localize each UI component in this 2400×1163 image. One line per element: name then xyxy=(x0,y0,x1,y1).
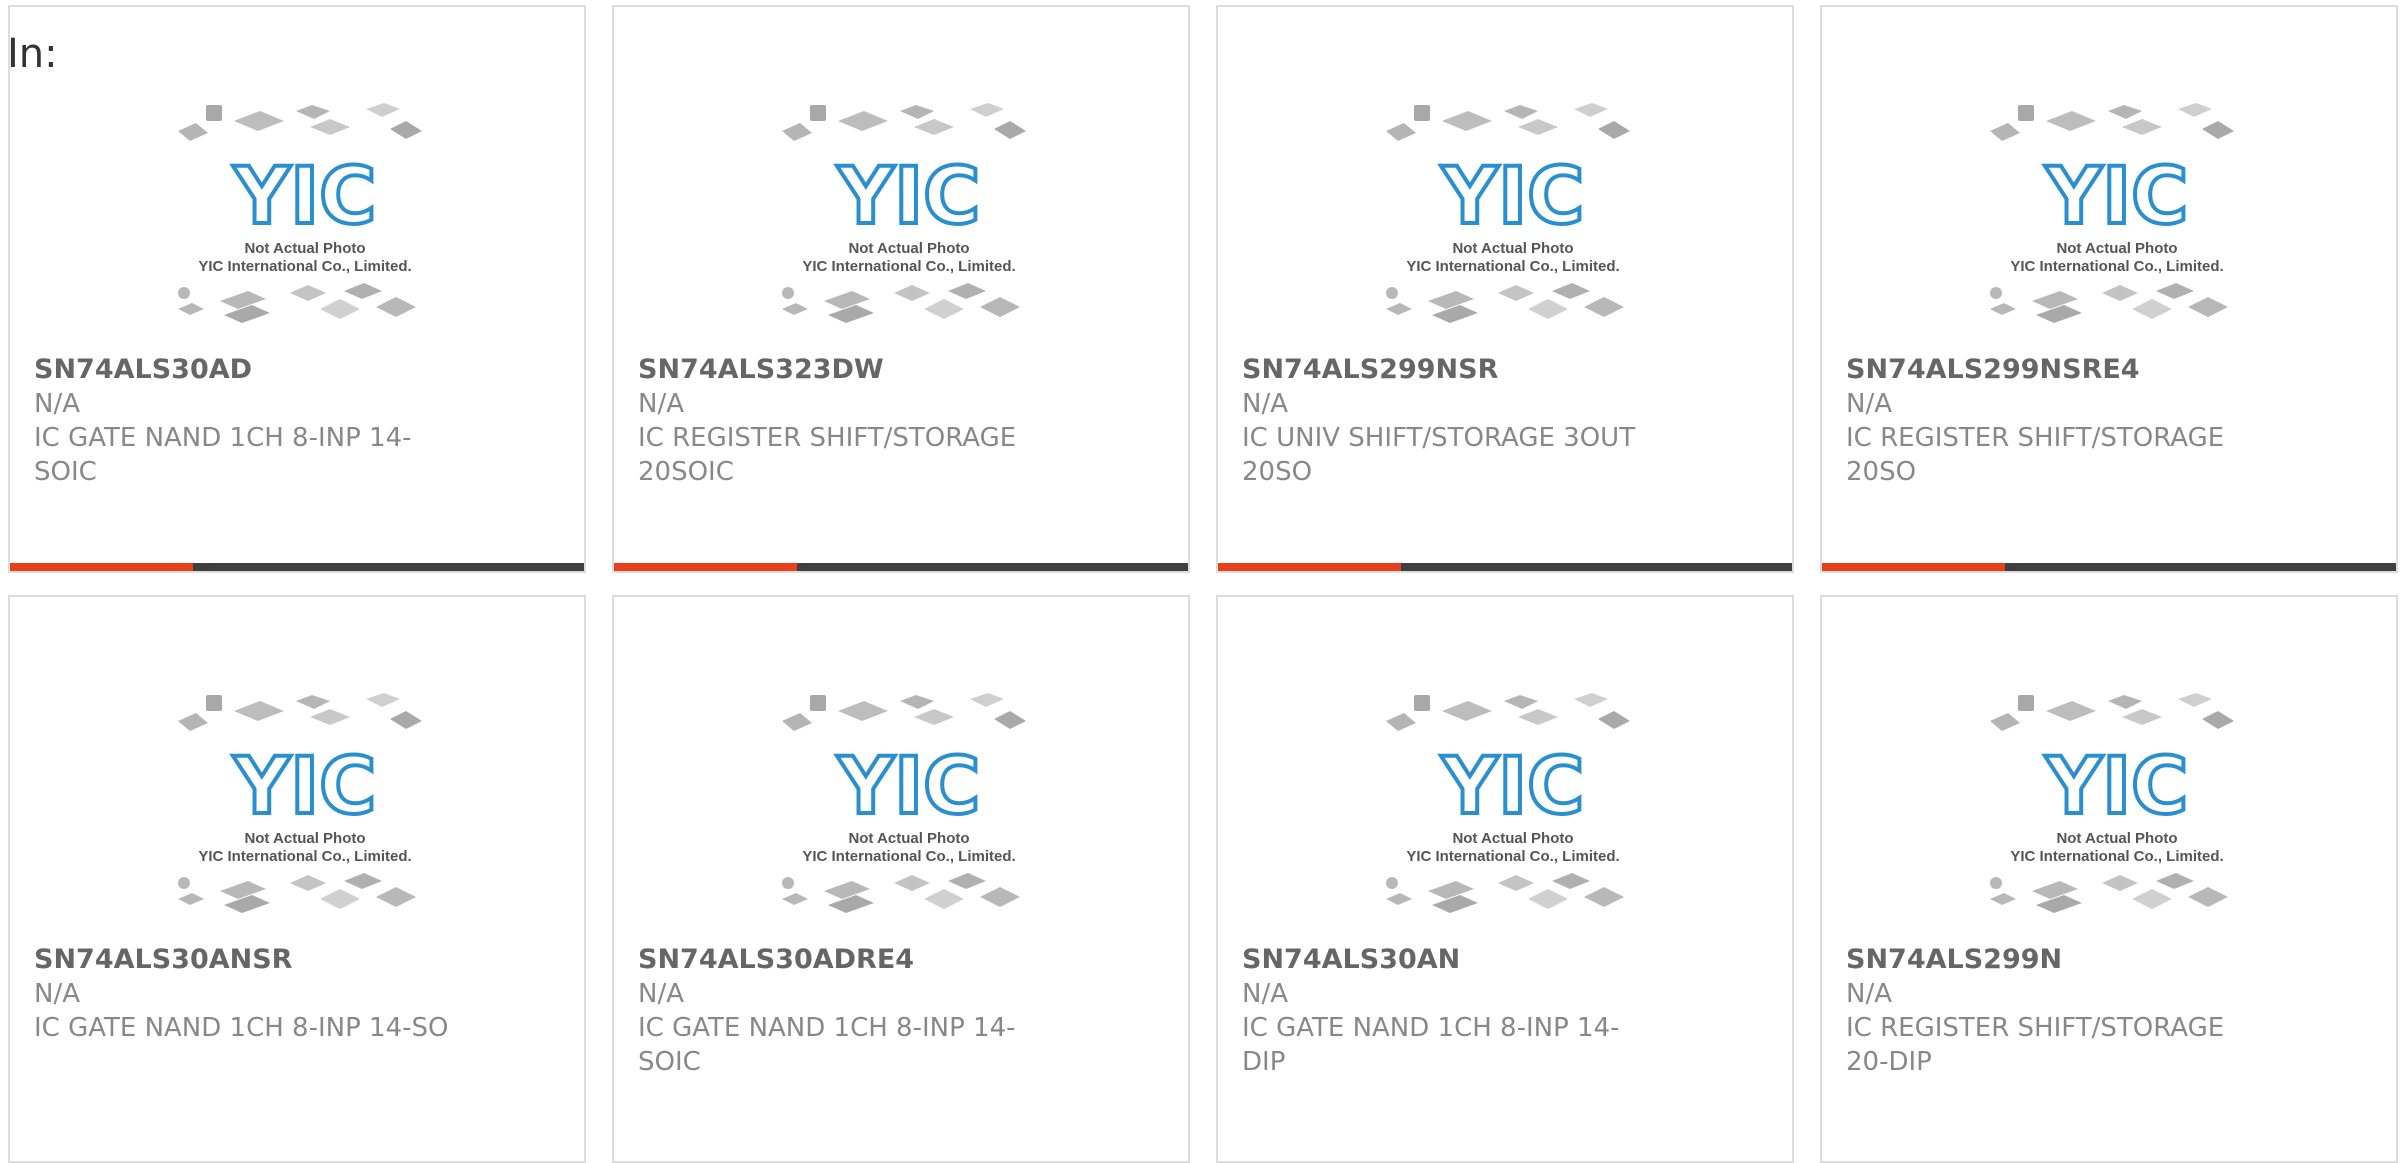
manufacturer: N/A xyxy=(34,979,80,1009)
not-actual-photo-image: YIC Not Actual Photo YIC International C… xyxy=(782,103,1026,323)
svg-text:Not Actual Photo: Not Actual Photo xyxy=(848,830,969,847)
product-card[interactable]: YIC Not Actual Photo YIC International C… xyxy=(1216,5,1794,573)
product-info: SN74ALS30ADRE4 N/A IC GATE NAND 1CH 8-IN… xyxy=(638,943,1058,1079)
svg-text:YIC International Co., Limited: YIC International Co., Limited. xyxy=(1406,848,1619,865)
svg-text:YIC: YIC xyxy=(1441,742,1585,832)
product-info: SN74ALS299NSRE4 N/A IC REGISTER SHIFT/ST… xyxy=(1846,353,2266,489)
description: IC GATE NAND 1CH 8-INP 14-SO xyxy=(34,1013,449,1043)
part-number-link[interactable]: SN74ALS30ANSR xyxy=(34,943,454,977)
product-info: SN74ALS299N N/A IC REGISTER SHIFT/STORAG… xyxy=(1846,943,2266,1079)
svg-text:YIC International Co., Limited: YIC International Co., Limited. xyxy=(2010,848,2223,865)
description: IC UNIV SHIFT/STORAGE 3OUT 20SO xyxy=(1242,423,1636,487)
svg-text:Not Actual Photo: Not Actual Photo xyxy=(2056,240,2177,257)
description: IC REGISTER SHIFT/STORAGE 20SO xyxy=(1846,423,2225,487)
card-bottom-bar xyxy=(1822,563,2396,571)
in-label: In: xyxy=(7,31,58,77)
svg-text:Not Actual Photo: Not Actual Photo xyxy=(1452,830,1573,847)
svg-text:YIC International Co., Limited: YIC International Co., Limited. xyxy=(198,848,411,865)
manufacturer: N/A xyxy=(1846,389,1892,419)
product-info: SN74ALS30AD N/A IC GATE NAND 1CH 8-INP 1… xyxy=(34,353,454,489)
svg-text:YIC: YIC xyxy=(2045,742,2189,832)
not-actual-photo-image: YIC Not Actual Photo YIC International C… xyxy=(178,693,422,913)
card-bottom-bar xyxy=(614,563,1188,571)
svg-text:Not Actual Photo: Not Actual Photo xyxy=(1452,240,1573,257)
part-number-link[interactable]: SN74ALS323DW xyxy=(638,353,1058,387)
product-card[interactable]: YIC Not Actual Photo YIC International C… xyxy=(612,5,1190,573)
product-card[interactable]: YIC Not Actual Photo YIC International C… xyxy=(612,595,1190,1163)
product-info: SN74ALS323DW N/A IC REGISTER SHIFT/STORA… xyxy=(638,353,1058,489)
product-card[interactable]: YIC Not Actual Photo YIC International C… xyxy=(8,595,586,1163)
manufacturer: N/A xyxy=(1242,979,1288,1009)
not-actual-photo-image: YIC Not Actual Photo YIC International C… xyxy=(1386,103,1630,323)
description: IC GATE NAND 1CH 8-INP 14-SOIC xyxy=(34,423,412,487)
svg-text:Not Actual Photo: Not Actual Photo xyxy=(244,830,365,847)
product-card[interactable]: YIC Not Actual Photo YIC International C… xyxy=(1820,5,2398,573)
svg-text:YIC: YIC xyxy=(837,152,981,242)
card-bottom-bar xyxy=(1218,563,1792,571)
card-accent xyxy=(10,563,193,571)
manufacturer: N/A xyxy=(34,389,80,419)
part-number-link[interactable]: SN74ALS299NSRE4 xyxy=(1846,353,2266,387)
manufacturer: N/A xyxy=(1846,979,1892,1009)
description: IC GATE NAND 1CH 8-INP 14-SOIC xyxy=(638,1013,1016,1077)
part-number-link[interactable]: SN74ALS299NSR xyxy=(1242,353,1662,387)
svg-text:YIC International Co., Limited: YIC International Co., Limited. xyxy=(2010,258,2223,275)
svg-text:YIC: YIC xyxy=(2045,152,2189,242)
card-accent xyxy=(1822,563,2005,571)
manufacturer: N/A xyxy=(638,979,684,1009)
svg-text:YIC: YIC xyxy=(1441,152,1585,242)
not-actual-photo-image: YIC Not Actual Photo YIC International C… xyxy=(1386,693,1630,913)
part-number-link[interactable]: SN74ALS30AD xyxy=(34,353,454,387)
not-actual-photo-image: YIC Not Actual Photo YIC International C… xyxy=(1990,693,2234,913)
svg-text:YIC International Co., Limited: YIC International Co., Limited. xyxy=(1406,258,1619,275)
not-actual-photo-image: YIC Not Actual Photo YIC International C… xyxy=(1990,103,2234,323)
product-info: SN74ALS30ANSR N/A IC GATE NAND 1CH 8-INP… xyxy=(34,943,454,1045)
description: IC REGISTER SHIFT/STORAGE 20-DIP xyxy=(1846,1013,2225,1077)
part-number-link[interactable]: SN74ALS30AN xyxy=(1242,943,1662,977)
svg-text:YIC International Co., Limited: YIC International Co., Limited. xyxy=(198,258,411,275)
description: IC GATE NAND 1CH 8-INP 14-DIP xyxy=(1242,1013,1620,1077)
product-grid: YIC Not Actual Photo YIC International C… xyxy=(0,0,2400,1163)
manufacturer: N/A xyxy=(638,389,684,419)
product-card[interactable]: YIC Not Actual Photo YIC International C… xyxy=(1216,595,1794,1163)
product-info: SN74ALS30AN N/A IC GATE NAND 1CH 8-INP 1… xyxy=(1242,943,1662,1079)
svg-text:Not Actual Photo: Not Actual Photo xyxy=(244,240,365,257)
card-accent xyxy=(614,563,797,571)
product-info: SN74ALS299NSR N/A IC UNIV SHIFT/STORAGE … xyxy=(1242,353,1662,489)
svg-text:YIC: YIC xyxy=(233,742,377,832)
svg-text:YIC International Co., Limited: YIC International Co., Limited. xyxy=(802,848,1015,865)
product-card[interactable]: YIC Not Actual Photo YIC International C… xyxy=(1820,595,2398,1163)
svg-text:Not Actual Photo: Not Actual Photo xyxy=(2056,830,2177,847)
product-card[interactable]: YIC Not Actual Photo YIC International C… xyxy=(8,5,586,573)
card-bottom-bar xyxy=(10,563,584,571)
not-actual-photo-image: YIC Not Actual Photo YIC International C… xyxy=(178,103,422,323)
part-number-link[interactable]: SN74ALS299N xyxy=(1846,943,2266,977)
card-accent xyxy=(1218,563,1401,571)
svg-text:YIC: YIC xyxy=(837,742,981,832)
manufacturer: N/A xyxy=(1242,389,1288,419)
svg-text:YIC International Co., Limited: YIC International Co., Limited. xyxy=(802,258,1015,275)
svg-text:YIC: YIC xyxy=(233,152,377,242)
not-actual-photo-image: YIC Not Actual Photo YIC International C… xyxy=(782,693,1026,913)
part-number-link[interactable]: SN74ALS30ADRE4 xyxy=(638,943,1058,977)
svg-text:Not Actual Photo: Not Actual Photo xyxy=(848,240,969,257)
description: IC REGISTER SHIFT/STORAGE 20SOIC xyxy=(638,423,1017,487)
